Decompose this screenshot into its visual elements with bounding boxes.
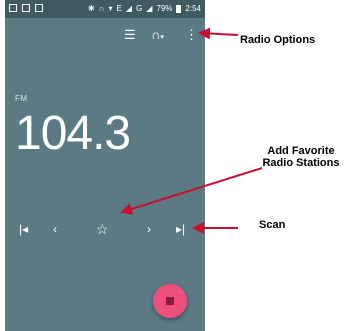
network-type: E [116,4,122,13]
list-icon[interactable]: ☰ [124,28,136,41]
headset-icon[interactable]: ∩▾ [151,28,164,44]
signal-2-icon: ◢ [146,4,153,13]
stop-button[interactable] [153,284,187,318]
chevron-left-icon[interactable]: ‹ [53,222,57,236]
band-label: FM [15,94,28,103]
annotation-radio-options: Radio Options [240,34,316,46]
battery-icon [176,4,182,13]
skip-previous-icon[interactable]: |◂ [19,222,28,236]
image-icon [22,4,30,12]
headphones-status-icon: ∩ [98,4,105,13]
clock: 2:54 [185,4,201,13]
arrow-radio-options [198,27,239,40]
network-type-2: G [136,4,143,13]
camera-icon [35,4,43,12]
phone-screen: ✱ ∩ ▾ E ◢ G ◢ 79% 2:54 ☰ ∩▾ ⋮ FM 104.3 |… [5,0,205,331]
frequency-display: 104.3 [15,107,131,160]
notification-icon [9,4,17,12]
battery-percent: 79% [156,4,173,13]
annotation-scan: Scan [259,219,286,231]
more-vert-icon[interactable]: ⋮ [185,28,198,41]
signal-icon: ◢ [125,4,133,13]
chevron-right-icon[interactable]: › [147,222,151,236]
stop-icon [166,297,174,305]
bluetooth-icon: ✱ [88,4,95,13]
star-outline-icon[interactable]: ☆ [96,222,109,236]
annotation-add-favorite: Add Favorite Radio Stations [262,145,340,169]
status-bar: ✱ ∩ ▾ E ◢ G ◢ 79% 2:54 [5,0,205,18]
wifi-icon: ▾ [108,4,113,13]
skip-next-icon[interactable]: ▸| [176,222,185,236]
